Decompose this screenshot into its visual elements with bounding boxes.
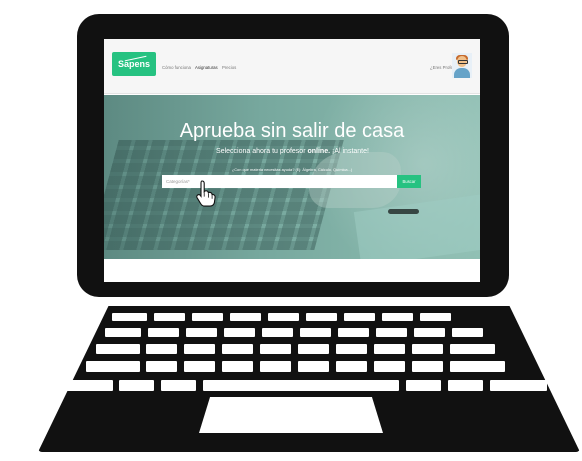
key — [146, 361, 177, 372]
key — [338, 328, 369, 337]
key — [230, 313, 261, 321]
key — [306, 313, 337, 321]
key — [224, 328, 255, 337]
hand-pointer-icon — [196, 180, 216, 207]
key — [336, 361, 367, 372]
key — [374, 344, 405, 354]
spacebar-key — [203, 380, 399, 391]
key — [262, 328, 293, 337]
key — [222, 361, 253, 372]
key — [490, 380, 547, 391]
key — [448, 380, 483, 391]
nav-link-prices[interactable]: Precios — [222, 65, 236, 70]
key — [184, 361, 215, 372]
key — [344, 313, 375, 321]
avatar-shirt — [454, 68, 470, 78]
page-content-strip — [104, 259, 480, 282]
key — [66, 380, 113, 391]
key — [376, 328, 407, 337]
key — [450, 361, 505, 372]
key — [260, 344, 291, 354]
key — [414, 328, 445, 337]
key — [406, 380, 441, 391]
key — [420, 313, 451, 321]
key — [146, 344, 177, 354]
key — [452, 328, 483, 337]
key — [222, 344, 253, 354]
key — [184, 344, 215, 354]
laptop-screen: Sapens Cómo funciona Asignaturas Precios… — [104, 39, 480, 282]
background-pen-photo — [388, 209, 419, 214]
key — [148, 328, 179, 337]
key — [86, 361, 140, 372]
key — [268, 313, 299, 321]
laptop-trackpad — [199, 397, 383, 433]
key — [119, 380, 154, 391]
hero-subtitle-online: online. — [307, 148, 331, 155]
key — [192, 313, 223, 321]
key — [154, 313, 185, 321]
key — [412, 361, 443, 372]
teacher-avatar[interactable] — [452, 53, 472, 78]
key — [336, 344, 367, 354]
key — [186, 328, 217, 337]
hero-subtitle: Selecciona ahora tu profesor online. ¡Al… — [190, 148, 395, 155]
search-question: ¿Con qué materia necesitas ayuda? (Ej: Á… — [231, 167, 353, 172]
keyboard-keys — [58, 313, 558, 401]
key — [112, 313, 147, 321]
key — [96, 344, 140, 354]
key — [450, 344, 495, 354]
search-button[interactable]: Buscar — [397, 175, 421, 188]
hero-subtitle-start: Selecciona ahora tu profesor — [216, 148, 308, 155]
top-navigation: Sapens Cómo funciona Asignaturas Precios… — [104, 39, 480, 94]
glasses-icon — [458, 60, 468, 64]
nav-link-how-it-works[interactable]: Cómo funciona — [162, 65, 191, 70]
key — [105, 328, 141, 337]
nav-link-subjects[interactable]: Asignaturas — [195, 65, 218, 70]
key — [260, 361, 291, 372]
key — [300, 328, 331, 337]
key — [412, 344, 443, 354]
hero-title: Aprueba sin salir de casa — [179, 120, 405, 142]
key — [161, 380, 196, 391]
background-keyboard-photo — [104, 140, 344, 250]
key — [374, 361, 405, 372]
key — [382, 313, 413, 321]
hero-banner: Aprueba sin salir de casa Selecciona aho… — [104, 95, 480, 259]
hero-subtitle-end: ¡Al instante! — [330, 148, 369, 155]
key — [298, 344, 329, 354]
key — [298, 361, 329, 372]
sapens-logo[interactable]: Sapens — [112, 52, 156, 76]
